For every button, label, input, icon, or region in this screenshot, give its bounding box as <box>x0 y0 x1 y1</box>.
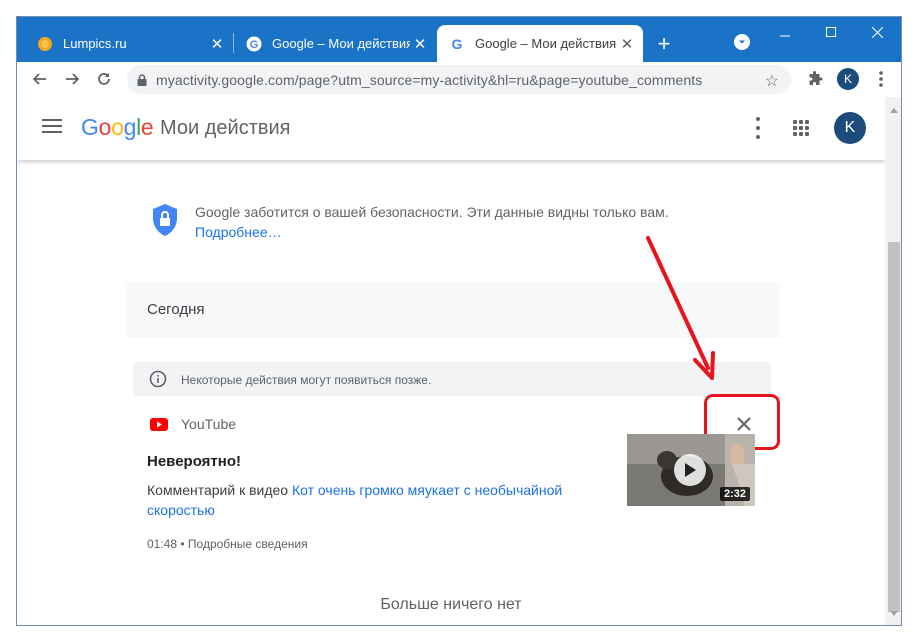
title-bar: Lumpics.ru ✕ G Google – Мои действия ✕ G… <box>17 17 901 62</box>
browser-window: Lumpics.ru ✕ G Google – Мои действия ✕ G… <box>16 16 902 626</box>
info-icon <box>149 370 167 393</box>
video-duration: 2:32 <box>719 487 750 501</box>
end-of-list-text: Больше ничего нет <box>380 596 522 613</box>
entry-time: 01:48 <box>147 537 178 551</box>
scroll-down-icon[interactable] <box>889 605 899 623</box>
comment-prefix: Комментарий к видео <box>147 482 292 498</box>
scroll-up-icon[interactable] <box>889 101 899 119</box>
tab-title: Google – Мои действия <box>475 36 617 51</box>
tab-google-activity-active[interactable]: G Google – Мои действия ✕ <box>437 25 643 62</box>
main-menu-icon[interactable] <box>42 119 62 135</box>
reload-button[interactable] <box>91 66 117 92</box>
bookmark-star-icon[interactable]: ☆ <box>765 71 779 91</box>
tab-close-icon[interactable]: ✕ <box>207 34 227 54</box>
comment-text: Невероятно! <box>147 453 241 470</box>
svg-text:G: G <box>250 39 259 51</box>
google-logo: Google <box>81 114 154 140</box>
tab-google-activity[interactable]: G Google – Мои действия ✕ <box>234 25 436 62</box>
delayed-activity-notice: Некоторые действия могут появиться позже… <box>133 362 771 396</box>
google-apps-icon[interactable] <box>793 120 809 136</box>
learn-more-link[interactable]: Подробнее… <box>195 224 282 240</box>
lumpics-favicon-icon <box>37 36 53 52</box>
date-label: Сегодня <box>147 301 205 318</box>
meta-separator: • <box>177 537 188 551</box>
lock-icon <box>137 73 147 86</box>
forward-button[interactable] <box>59 66 85 92</box>
new-tab-button[interactable]: + <box>651 31 677 57</box>
tab-lumpics[interactable]: Lumpics.ru ✕ <box>25 25 233 62</box>
url-text: myactivity.google.com/page?utm_source=my… <box>156 71 703 88</box>
tab-title: Lumpics.ru <box>63 36 127 51</box>
profile-avatar[interactable]: K <box>837 68 859 90</box>
play-icon[interactable] <box>674 454 706 486</box>
comment-description: Комментарий к видео Кот очень громко мяу… <box>147 480 597 520</box>
window-close-button[interactable] <box>854 17 900 47</box>
google-favicon-icon: G <box>246 36 262 52</box>
extensions-puzzle-icon[interactable] <box>803 67 827 91</box>
vertical-scrollbar[interactable] <box>885 97 901 625</box>
address-bar[interactable]: myactivity.google.com/page?utm_source=my… <box>127 65 791 94</box>
tab-search-dropdown-icon[interactable] <box>734 34 750 50</box>
google-favicon-icon: G <box>449 36 465 52</box>
more-options-icon[interactable] <box>750 117 766 139</box>
tab-close-icon[interactable]: ✕ <box>410 34 430 54</box>
account-avatar[interactable]: K <box>834 112 866 144</box>
tab-close-icon[interactable]: ✕ <box>617 34 637 54</box>
browser-toolbar: myactivity.google.com/page?utm_source=my… <box>17 62 901 97</box>
page-viewport: Google Мои действия K Google заботится о… <box>17 97 885 625</box>
scrollbar-thumb[interactable] <box>888 242 900 612</box>
page-title: Мои действия <box>160 117 291 139</box>
product-name: YouTube <box>181 416 237 432</box>
minimize-button[interactable] <box>762 17 808 47</box>
svg-text:G: G <box>452 36 463 52</box>
tab-title: Google – Мои действия <box>272 36 410 51</box>
browser-menu-icon[interactable] <box>871 67 891 91</box>
video-thumbnail[interactable]: 2:32 <box>627 434 755 506</box>
shield-lock-icon <box>151 203 179 242</box>
notice-text: Некоторые действия могут появиться позже… <box>181 373 432 387</box>
details-link[interactable]: Подробные сведения <box>188 537 308 551</box>
date-section-header: Сегодня <box>125 282 780 338</box>
app-header: Google Мои действия K <box>17 97 885 160</box>
privacy-text: Google заботится о вашей безопасности. Э… <box>195 204 669 220</box>
maximize-button[interactable] <box>808 17 854 47</box>
back-button[interactable] <box>27 66 53 92</box>
entry-meta: 01:48 • Подробные сведения <box>147 537 308 551</box>
